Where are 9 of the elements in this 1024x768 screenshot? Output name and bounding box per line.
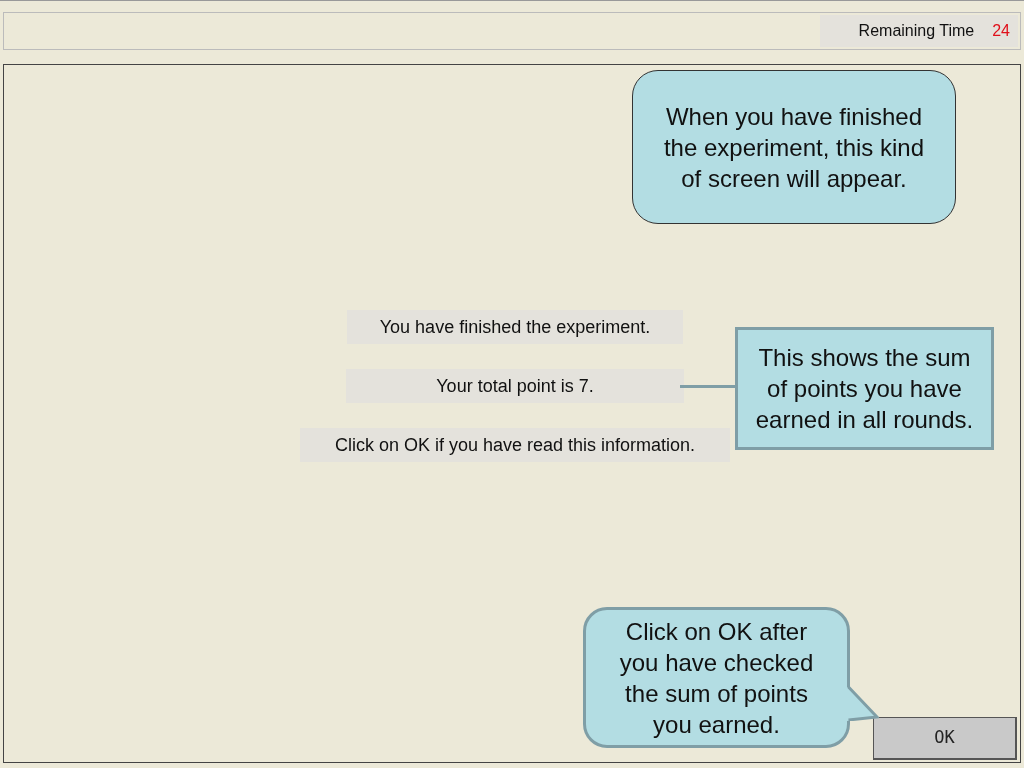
message-text: Your total point is 7. xyxy=(346,369,684,403)
timer-label: Remaining Time xyxy=(858,21,975,41)
callout-text: This shows the sum of points you have earned in all rounds. xyxy=(754,343,975,435)
callout-text: When you have finished the experiment, this kind of screen will appear. xyxy=(662,101,926,194)
callout-text: Click on OK after you have checked the sum of points you earned. xyxy=(618,616,815,740)
message-text: Click on OK if you have read this information. xyxy=(300,428,730,462)
message-text: You have finished the experiment. xyxy=(347,310,683,344)
ok-button[interactable]: OK xyxy=(873,717,1017,760)
timer-value: 24 xyxy=(992,21,1010,41)
